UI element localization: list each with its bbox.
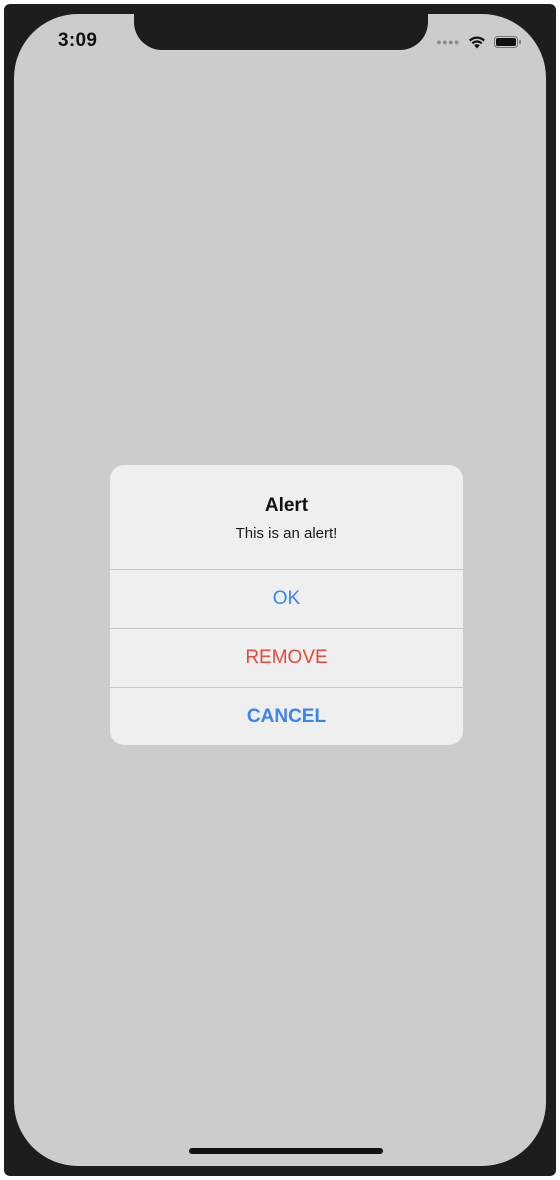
alert-dialog: Alert This is an alert! OK REMOVE CANCEL <box>110 465 463 745</box>
home-indicator[interactable] <box>189 1148 383 1154</box>
alert-title: Alert <box>264 495 309 516</box>
wifi-icon <box>469 36 485 49</box>
notch <box>134 14 428 50</box>
ok-button[interactable]: OK <box>110 569 463 628</box>
cancel-button[interactable]: CANCEL <box>110 687 463 745</box>
status-time: 3:09 <box>58 30 98 51</box>
remove-button[interactable]: REMOVE <box>110 628 463 687</box>
alert-header: Alert This is an alert! <box>110 465 463 569</box>
screen: 3:09 ●●●● Alert This is an alert! OK REM… <box>14 14 546 1166</box>
alert-message: This is an alert! <box>235 525 338 542</box>
device-frame: 3:09 ●●●● Alert This is an alert! OK REM… <box>4 4 556 1176</box>
status-icons: ●●●● <box>436 34 522 50</box>
cellular-signal-icon: ●●●● <box>436 37 460 47</box>
battery-icon <box>494 36 521 48</box>
